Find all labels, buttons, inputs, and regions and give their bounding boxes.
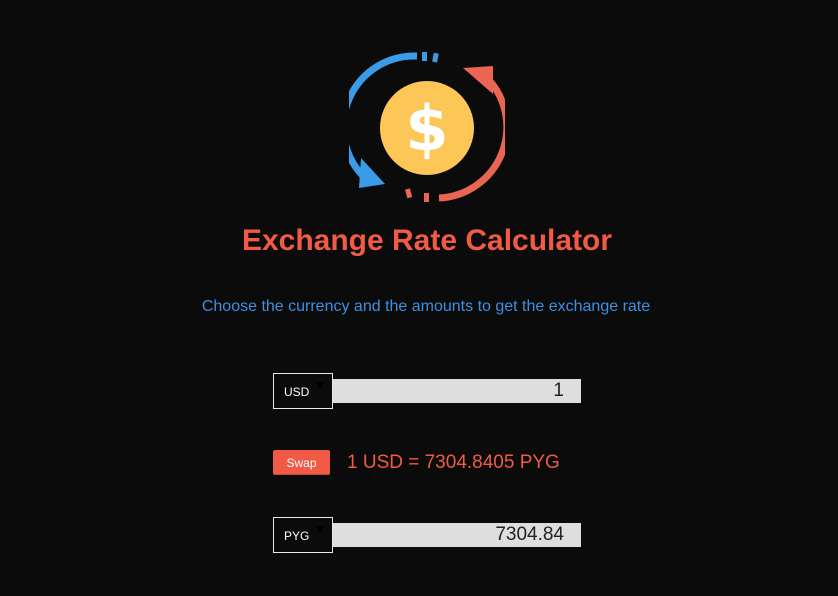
- page-title: Exchange Rate Calculator: [241, 224, 613, 257]
- to-currency-row: PYG: [273, 517, 581, 553]
- swap-button[interactable]: Swap: [273, 450, 330, 475]
- red-arrow-head: [463, 66, 493, 94]
- to-currency-code: PYG: [284, 529, 310, 543]
- top-dash-1: [422, 52, 427, 61]
- chevron-down-icon: [315, 382, 325, 388]
- from-currency-code: USD: [284, 385, 310, 399]
- page-subtitle: Choose the currency and the amounts to g…: [201, 298, 651, 315]
- blue-arrow-head: [359, 158, 385, 188]
- exchange-rate-text: 1 USD = 7304.8405 PYG: [347, 452, 560, 473]
- bottom-dash-1: [405, 188, 413, 199]
- bottom-dash-2: [424, 193, 429, 202]
- top-dash-2: [432, 52, 439, 63]
- exchange-rate-page: $ Exchange Rate Calculator Choose the cu…: [0, 0, 838, 596]
- to-currency-select[interactable]: PYG: [273, 517, 333, 553]
- currency-exchange-icon: $: [349, 52, 505, 202]
- dollar-symbol: $: [405, 92, 448, 165]
- to-amount-input[interactable]: [333, 523, 581, 547]
- chevron-down-icon: [315, 526, 325, 532]
- from-currency-row: USD: [273, 373, 581, 409]
- from-currency-select[interactable]: USD: [273, 373, 333, 409]
- from-amount-input[interactable]: [333, 379, 581, 403]
